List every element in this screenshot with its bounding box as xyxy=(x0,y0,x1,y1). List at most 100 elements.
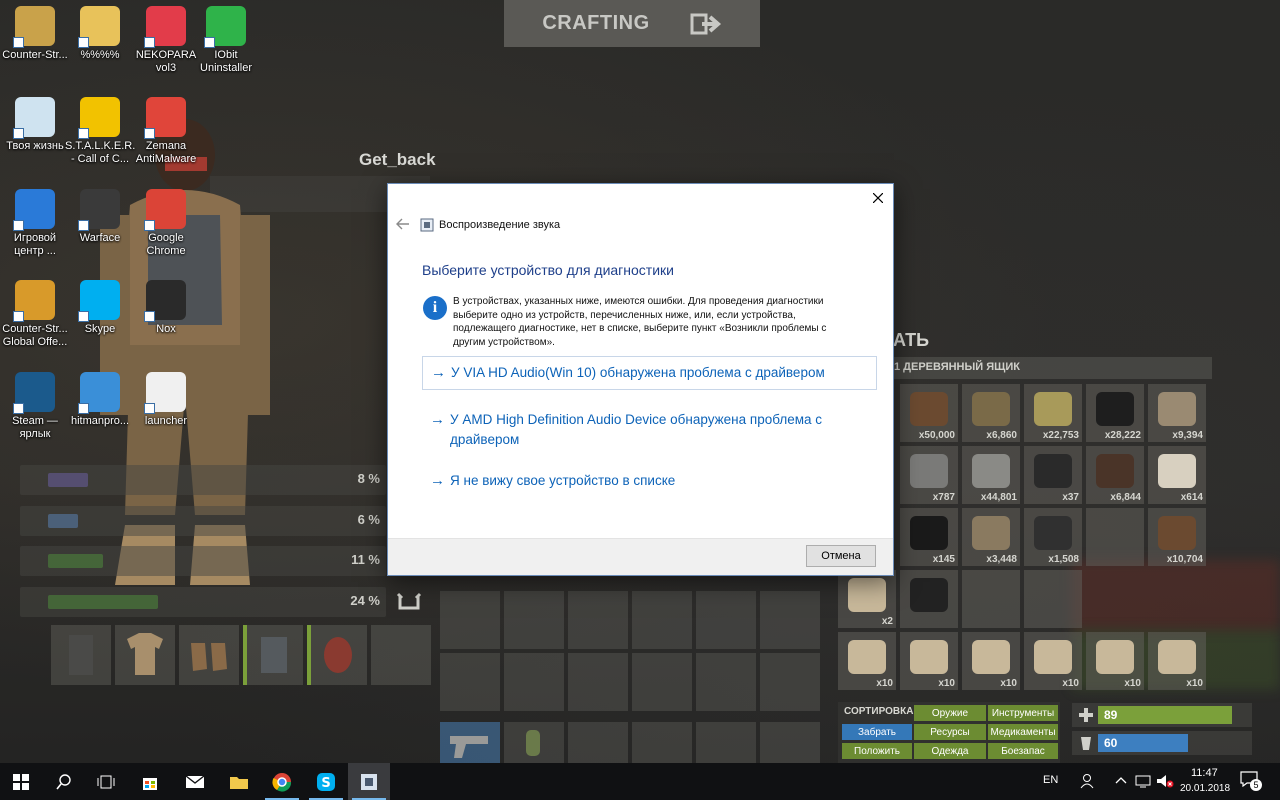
loot-slot[interactable]: x10 xyxy=(900,632,958,690)
sort-medical-button[interactable]: Медикаменты xyxy=(988,724,1058,740)
desktop-icon[interactable]: Игровой центр ... xyxy=(0,189,70,258)
people-icon[interactable] xyxy=(1080,773,1096,789)
slot-quantity: x10,704 xyxy=(1166,554,1203,565)
option-label: У VIA HD Audio(Win 10) обнаружена пробле… xyxy=(451,365,825,380)
clock-date[interactable]: 20.01.2018 xyxy=(1180,783,1230,794)
sort-ammo-button[interactable]: Боезапас xyxy=(988,743,1058,759)
loot-slot[interactable]: x10 xyxy=(962,632,1020,690)
loot-slot[interactable] xyxy=(962,570,1020,628)
desktop-icon[interactable]: Skype xyxy=(65,280,135,336)
desktop-icon[interactable]: Zemana AntiMalware xyxy=(131,97,201,166)
task-view-button[interactable] xyxy=(85,763,127,800)
desktop-icon[interactable]: Counter-Str... Global Offe... xyxy=(0,280,70,349)
network-icon[interactable] xyxy=(1135,774,1151,788)
taskbar-store[interactable] xyxy=(129,763,171,800)
clothing-slot[interactable] xyxy=(307,625,367,685)
inventory-slot[interactable] xyxy=(760,591,820,649)
action-center-button[interactable]: 5 xyxy=(1240,771,1262,791)
player-name: Get_back xyxy=(359,150,436,169)
loot-slot[interactable]: x2 xyxy=(838,570,896,628)
sort-clothing-button[interactable]: Одежда xyxy=(914,743,986,759)
desktop-icon[interactable]: Твоя жизнь xyxy=(0,97,70,153)
clothing-slot[interactable] xyxy=(179,625,239,685)
taskbar-skype[interactable]: S xyxy=(305,763,347,800)
taskbar-troubleshooter[interactable] xyxy=(348,763,390,800)
inventory-slot[interactable] xyxy=(632,653,692,711)
taskbar-explorer[interactable] xyxy=(218,763,260,800)
desktop-icon[interactable]: %%%% xyxy=(65,6,135,62)
loot-slot[interactable]: x22,753 xyxy=(1024,384,1082,442)
loot-slot[interactable]: x10 xyxy=(838,632,896,690)
loot-slot[interactable]: x145 xyxy=(900,508,958,566)
loot-slot[interactable]: x6,860 xyxy=(962,384,1020,442)
device-option-not-listed[interactable]: → Я не вижу свое устройство в списке xyxy=(422,465,877,497)
shortcut-arrow-icon xyxy=(78,220,89,231)
inventory-slot[interactable] xyxy=(568,591,628,649)
nox-icon xyxy=(144,280,186,322)
device-option-amd[interactable]: → У AMD High Definition Audio Device обн… xyxy=(422,404,877,456)
loot-slot[interactable]: x10 xyxy=(1148,632,1206,690)
crafting-tab[interactable]: CRAFTING xyxy=(504,0,760,47)
loot-slot[interactable]: x10 xyxy=(1024,632,1082,690)
troubleshooter-dialog: Воспроизведение звука Выберите устройств… xyxy=(387,183,894,576)
search-button[interactable] xyxy=(43,763,85,800)
back-arrow-icon[interactable] xyxy=(395,217,411,231)
desktop-icon[interactable]: Counter-Str... xyxy=(0,6,70,62)
put-all-button[interactable]: Положить xyxy=(842,743,912,759)
clothing-slot[interactable] xyxy=(51,625,111,685)
loot-slot[interactable]: x10,704 xyxy=(1148,508,1206,566)
inventory-slot[interactable] xyxy=(632,591,692,649)
loot-slot[interactable]: x10 xyxy=(1086,632,1144,690)
inventory-slot[interactable] xyxy=(440,591,500,649)
language-indicator[interactable]: EN xyxy=(1043,774,1058,786)
loot-slot[interactable]: x787 xyxy=(900,446,958,504)
loot-slot[interactable]: x50,000 xyxy=(900,384,958,442)
loot-slot[interactable]: x37 xyxy=(1024,446,1082,504)
chevron-up-icon[interactable] xyxy=(1115,775,1127,785)
clothing-slot[interactable] xyxy=(371,625,431,685)
clothing-slot[interactable] xyxy=(243,625,303,685)
loot-slot[interactable]: x9,394 xyxy=(1148,384,1206,442)
start-button[interactable] xyxy=(0,763,42,800)
sort-weapons-button[interactable]: Оружие xyxy=(914,705,986,721)
inventory-slot[interactable] xyxy=(760,653,820,711)
desktop-icon[interactable]: IObit Uninstaller xyxy=(191,6,261,75)
refresh-icon[interactable] xyxy=(396,590,422,614)
desktop-icon[interactable]: launcher xyxy=(131,372,201,428)
loot-slot[interactable] xyxy=(1024,570,1082,628)
inventory-slot[interactable] xyxy=(440,653,500,711)
inventory-slot[interactable] xyxy=(696,591,756,649)
shortcut-arrow-icon xyxy=(13,311,24,322)
volume-muted-icon[interactable] xyxy=(1156,773,1174,789)
desktop-icon[interactable]: Google Chrome xyxy=(131,189,201,258)
stat-percent: 8 % xyxy=(357,471,380,486)
cancel-button[interactable]: Отмена xyxy=(806,545,876,567)
taskbar-chrome[interactable] xyxy=(261,763,303,800)
clock-time[interactable]: 11:47 xyxy=(1191,767,1218,779)
loot-slot[interactable]: x6,844 xyxy=(1086,446,1144,504)
close-button[interactable] xyxy=(863,184,893,212)
loot-slot[interactable]: x1,508 xyxy=(1024,508,1082,566)
desktop-icon[interactable]: Steam — ярлык xyxy=(0,372,70,441)
inventory-slot[interactable] xyxy=(696,653,756,711)
loot-slot[interactable]: x28,222 xyxy=(1086,384,1144,442)
inventory-slot[interactable] xyxy=(504,591,564,649)
stat-percent: 24 % xyxy=(350,593,380,608)
device-option-via[interactable]: → У VIA HD Audio(Win 10) обнаружена проб… xyxy=(422,356,877,390)
take-all-button[interactable]: Забрать xyxy=(842,724,912,740)
sort-resources-button[interactable]: Ресурсы xyxy=(914,724,986,740)
loot-slot[interactable] xyxy=(900,570,958,628)
desktop-icon[interactable]: hitmanpro... xyxy=(65,372,135,428)
desktop-icon[interactable]: S.T.A.L.K.E.R. - Call of C... xyxy=(65,97,135,166)
taskbar-mail[interactable] xyxy=(174,763,216,800)
clothing-slot[interactable] xyxy=(115,625,175,685)
loot-slot[interactable] xyxy=(1086,508,1144,566)
inventory-slot[interactable] xyxy=(568,653,628,711)
sort-tools-button[interactable]: Инструменты xyxy=(988,705,1058,721)
loot-slot[interactable]: x3,448 xyxy=(962,508,1020,566)
desktop-icon[interactable]: Warface xyxy=(65,189,135,245)
desktop-icon[interactable]: Nox xyxy=(131,280,201,336)
loot-slot[interactable]: x614 xyxy=(1148,446,1206,504)
inventory-slot[interactable] xyxy=(504,653,564,711)
loot-slot[interactable]: x44,801 xyxy=(962,446,1020,504)
